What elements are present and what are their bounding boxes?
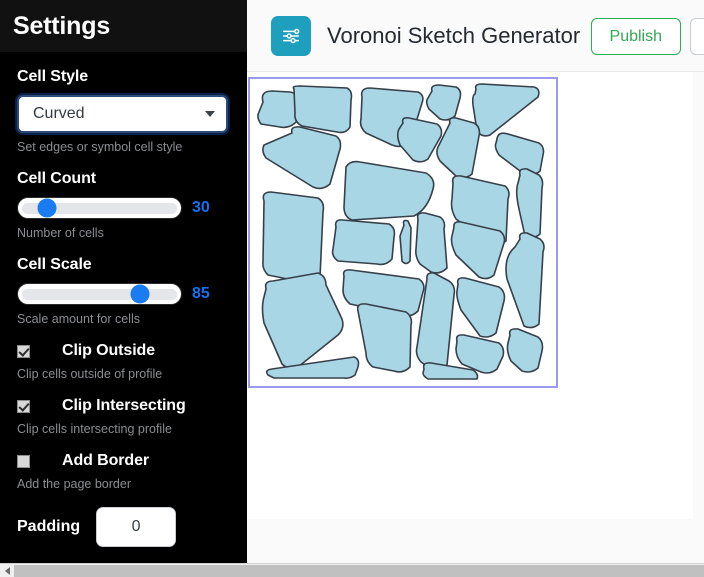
- publish-button[interactable]: Publish: [590, 18, 681, 55]
- padding-row: Padding 0: [17, 507, 230, 547]
- clip-intersecting-checkbox[interactable]: [17, 399, 30, 413]
- app-window: Settings Cell Style Curved Set edges or …: [0, 0, 704, 577]
- cell-scale-value: 85: [192, 285, 210, 302]
- chevron-down-icon: [205, 111, 215, 117]
- cell-style-label: Cell Style: [17, 68, 89, 85]
- clip-outside-label: Clip Outside: [62, 342, 156, 359]
- cell-scale-label: Cell Scale: [17, 256, 92, 273]
- clip-outside-checkbox[interactable]: [17, 344, 30, 358]
- field-clip-outside: Clip Outside Clip cells outside of profi…: [0, 342, 247, 381]
- cell-style-value: Curved: [33, 105, 85, 122]
- field-cell-style: Cell Style Curved Set edges or symbol ce…: [0, 68, 247, 154]
- app-header: Voronoi Sketch Generator Publish: [247, 0, 704, 72]
- slider-track: [22, 288, 177, 300]
- field-cell-count: Cell Count 30 Number of cells: [0, 170, 247, 240]
- page-title: Settings: [13, 11, 111, 40]
- clip-intersecting-row[interactable]: Clip Intersecting: [17, 397, 230, 415]
- voronoi-canvas[interactable]: [248, 77, 558, 388]
- cell-count-value: 30: [192, 199, 210, 216]
- slider-thumb[interactable]: [130, 284, 150, 304]
- field-cell-scale: Cell Scale 85 Scale amount for cells: [0, 256, 247, 326]
- cell-style-select[interactable]: Curved: [17, 95, 228, 133]
- header-actions: Publish: [590, 18, 704, 55]
- chevron-left-icon[interactable]: [0, 564, 14, 577]
- cell-scale-slider-row: 85: [17, 283, 230, 305]
- cell-count-slider-row: 30: [17, 197, 230, 219]
- field-add-border: Add Border Add the page border: [0, 452, 247, 491]
- field-clip-intersecting: Clip Intersecting Clip cells intersectin…: [0, 397, 247, 436]
- app-title: Voronoi Sketch Generator: [327, 22, 581, 48]
- clip-intersecting-label: Clip Intersecting: [62, 397, 186, 414]
- padding-input[interactable]: 0: [96, 507, 177, 547]
- settings-sidebar: Settings Cell Style Curved Set edges or …: [0, 0, 247, 563]
- main-panel: Voronoi Sketch Generator Publish: [247, 0, 704, 563]
- field-padding: Padding 0: [0, 507, 247, 547]
- add-border-checkbox[interactable]: [17, 454, 30, 468]
- cell-count-hint: Number of cells: [17, 226, 104, 240]
- cell-style-hint: Set edges or symbol cell style: [17, 140, 183, 154]
- content-area: This is the Voronoi add-in for Fusio: [247, 72, 693, 519]
- clip-outside-hint: Clip cells outside of profile: [17, 367, 163, 381]
- overflow-button[interactable]: [690, 18, 704, 55]
- sidebar-header: Settings: [0, 0, 247, 52]
- add-border-label: Add Border: [62, 452, 150, 469]
- padding-label: Padding: [17, 518, 81, 535]
- add-border-row[interactable]: Add Border: [17, 452, 230, 470]
- add-border-hint: Add the page border: [17, 477, 131, 491]
- cell-count-label: Cell Count: [17, 170, 96, 187]
- sliders-icon: [271, 15, 311, 56]
- sidebar-body: Cell Style Curved Set edges or symbol ce…: [0, 68, 247, 547]
- slider-thumb[interactable]: [37, 198, 57, 218]
- clip-outside-row[interactable]: Clip Outside: [17, 342, 230, 360]
- horizontal-scrollbar[interactable]: [0, 563, 704, 577]
- scrollbar-thumb[interactable]: [14, 564, 704, 577]
- cell-scale-hint: Scale amount for cells: [17, 312, 140, 326]
- cell-count-slider[interactable]: [17, 197, 182, 219]
- cell-scale-slider[interactable]: [17, 283, 182, 305]
- clip-intersecting-hint: Clip cells intersecting profile: [17, 422, 172, 436]
